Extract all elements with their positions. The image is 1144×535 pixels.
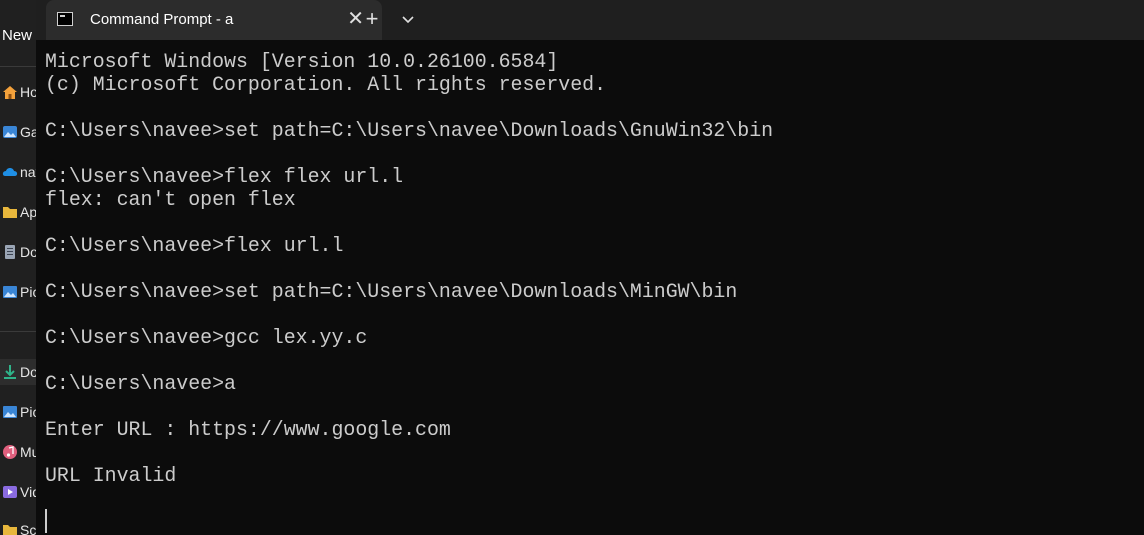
sidebar-item-onedrive[interactable]: naveen - Personal: [0, 161, 36, 183]
sidebar-item-label: Screenshots: [20, 522, 37, 535]
sidebar-item-label: Music: [20, 444, 36, 460]
sidebar-item-label: Home: [20, 84, 37, 100]
console-line: C:\Users\navee>a: [45, 372, 236, 395]
console-line: C:\Users\navee>set path=C:\Users\navee\D…: [45, 280, 738, 303]
tab-title: Command Prompt - a: [90, 11, 234, 28]
sidebar-item-home[interactable]: Home: [0, 81, 37, 103]
sidebar-item-label: Downloads: [20, 364, 37, 380]
folder-icon: [3, 525, 17, 535]
onedrive-icon: [2, 168, 18, 176]
sidebar-item-label: Pictures: [20, 284, 36, 300]
command-prompt-icon: [57, 12, 73, 26]
sidebar-item-label: Pictures: [20, 404, 36, 420]
sidebar-item-label: Gallery: [20, 124, 36, 140]
sidebar-item-gallery[interactable]: Gallery: [0, 121, 36, 143]
sidebar-item-label: Documents: [20, 244, 37, 260]
sidebar-item-documents[interactable]: Documents: [0, 241, 37, 263]
document-icon: [5, 245, 15, 259]
sidebar-item-apps[interactable]: Apps: [0, 201, 37, 223]
new-button[interactable]: New: [2, 27, 32, 44]
console-line: (c) Microsoft Corporation. All rights re…: [45, 73, 607, 96]
download-icon: [4, 365, 16, 379]
pictures-icon: [3, 406, 17, 418]
sidebar-item-label: Videos: [20, 484, 36, 500]
console-line: Enter URL : https://www.google.com: [45, 418, 451, 441]
divider: [0, 66, 36, 67]
sidebar-item-label: Apps: [20, 204, 37, 220]
chevron-down-icon[interactable]: [398, 8, 418, 30]
pictures-icon: [3, 286, 17, 298]
console-output[interactable]: Microsoft Windows [Version 10.0.26100.65…: [36, 40, 1144, 535]
console-line: URL Invalid: [45, 464, 177, 487]
console-line: flex: can't open flex: [45, 188, 296, 211]
gallery-icon: [3, 126, 17, 138]
sidebar-item-videos[interactable]: Videos: [0, 481, 36, 503]
sidebar-item-music[interactable]: Music: [0, 441, 36, 463]
music-icon: [3, 445, 17, 459]
tab-command-prompt[interactable]: Command Prompt - a ✕: [46, 0, 382, 40]
new-tab-button[interactable]: +: [362, 6, 382, 32]
tab-bar: Command Prompt - a ✕ +: [36, 0, 1144, 40]
console-line: Microsoft Windows [Version 10.0.26100.65…: [45, 50, 559, 73]
home-icon: [3, 86, 17, 99]
sidebar-item-pictures-2[interactable]: Pictures: [0, 401, 36, 423]
videos-icon: [3, 486, 17, 498]
sidebar-item-pictures[interactable]: Pictures: [0, 281, 36, 303]
divider: [0, 331, 36, 332]
file-explorer-sidebar: New Home Gallery naveen - Personal Apps: [0, 0, 37, 535]
text-cursor: [45, 509, 47, 533]
console-line: C:\Users\navee>flex url.l: [45, 234, 344, 257]
console-line: C:\Users\navee>flex flex url.l: [45, 165, 404, 188]
folder-icon: [3, 207, 17, 218]
console-line: C:\Users\navee>gcc lex.yy.c: [45, 326, 368, 349]
sidebar-item-label: naveen - Personal: [20, 164, 36, 180]
sidebar-item-downloads[interactable]: Downloads: [0, 361, 37, 383]
console-line: C:\Users\navee>set path=C:\Users\navee\D…: [45, 119, 774, 142]
sidebar-item-screenshots[interactable]: Screenshots: [0, 519, 37, 535]
